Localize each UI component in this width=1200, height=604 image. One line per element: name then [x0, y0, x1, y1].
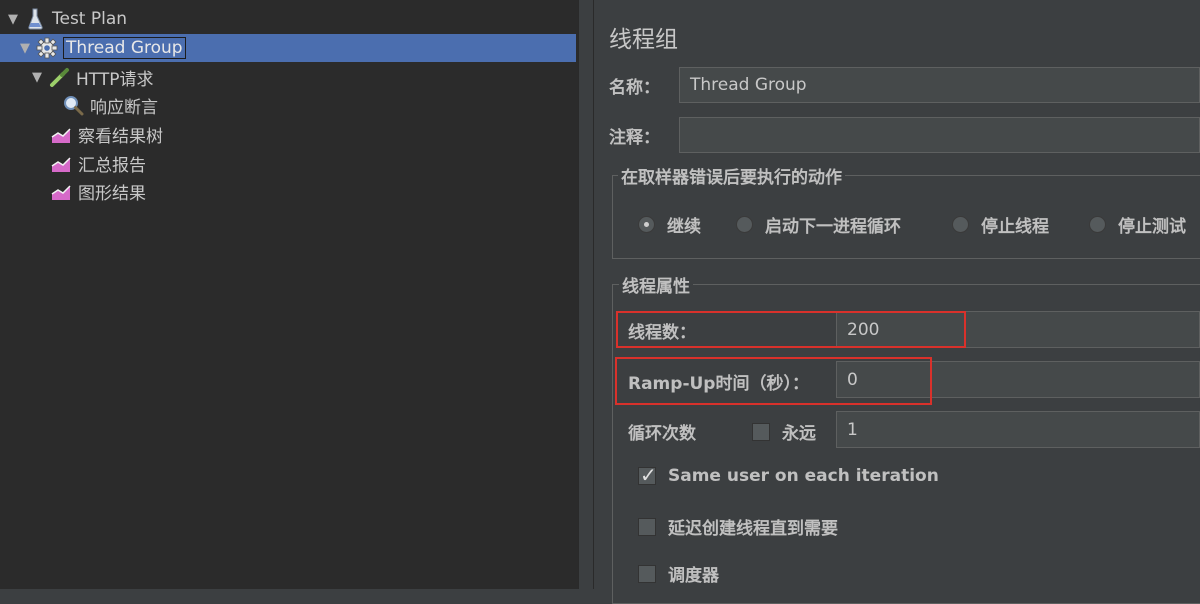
thread-properties-title: 线程属性	[619, 272, 693, 297]
highlight-box	[615, 357, 932, 405]
comment-label: 注释：	[609, 128, 660, 148]
test-plan-tree: ▼ Test Plan ▼ Thread Group ▼ HTTP请求 响应断言…	[0, 0, 578, 589]
forever-checkbox[interactable]: 永远	[752, 419, 816, 444]
name-field[interactable]: Thread Group	[679, 67, 1200, 103]
split-pane-divider[interactable]	[578, 0, 594, 589]
checkbox-label: 永远	[782, 424, 816, 444]
checkbox-unchecked-icon	[638, 517, 656, 536]
magnifier-icon	[62, 94, 84, 116]
loop-count-label: 循环次数	[628, 424, 696, 444]
radio-label: 停止线程	[981, 217, 1049, 237]
radio-label: 停止测试	[1118, 217, 1186, 237]
same-user-checkbox[interactable]: Same user on each iteration	[638, 463, 939, 487]
radio-selected-icon	[638, 216, 655, 233]
graph-icon	[50, 152, 72, 174]
tree-item-label: 响应断言	[90, 97, 158, 118]
scheduler-checkbox[interactable]: 调度器	[638, 561, 719, 586]
error-action-title: 在取样器错误后要执行的动作	[618, 163, 845, 188]
collapse-arrow-icon[interactable]: ▼	[6, 12, 20, 27]
gear-icon	[36, 37, 58, 59]
radio-stop-test[interactable]: 停止测试	[1089, 212, 1186, 237]
tree-item-label: Thread Group	[63, 37, 186, 59]
tree-item-thread-group[interactable]: ▼ Thread Group	[0, 34, 576, 62]
pipette-icon	[48, 66, 70, 88]
radio-unselected-icon	[1089, 216, 1106, 233]
tree-item-http-request[interactable]: ▼ HTTP请求	[0, 63, 576, 91]
tree-item-label: 图形结果	[78, 183, 146, 204]
tree-item-label: HTTP请求	[76, 69, 154, 90]
flask-icon	[24, 8, 46, 30]
collapse-arrow-icon[interactable]: ▼	[18, 41, 32, 56]
graph-icon	[50, 123, 72, 145]
radio-label: 启动下一进程循环	[765, 217, 901, 237]
tree-item-view-results-tree[interactable]: 察看结果树	[0, 120, 576, 148]
radio-unselected-icon	[952, 216, 969, 233]
delay-thread-creation-checkbox[interactable]: 延迟创建线程直到需要	[638, 514, 838, 539]
name-label: 名称：	[609, 78, 660, 98]
tree-item-label: 察看结果树	[78, 126, 163, 147]
highlight-box	[616, 311, 966, 348]
thread-group-panel: 线程组 名称： Thread Group 注释： 在取样器错误后要执行的动作 继…	[594, 0, 1200, 604]
radio-label: 继续	[667, 217, 701, 237]
checkbox-unchecked-icon	[752, 422, 770, 441]
checkbox-unchecked-icon	[638, 564, 656, 583]
checkbox-label: Same user on each iteration	[668, 466, 939, 486]
collapse-arrow-icon[interactable]: ▼	[30, 70, 44, 85]
checkbox-checked-icon	[638, 463, 657, 487]
tree-item-label: 汇总报告	[78, 155, 146, 176]
tree-item-label: Test Plan	[52, 9, 128, 29]
loop-count-field[interactable]: 1	[836, 411, 1200, 448]
radio-start-next-loop[interactable]: 启动下一进程循环	[736, 212, 901, 237]
checkbox-label: 延迟创建线程直到需要	[668, 519, 838, 539]
comment-field[interactable]	[679, 117, 1200, 153]
radio-unselected-icon	[736, 216, 753, 233]
radio-continue[interactable]: 继续	[638, 212, 701, 237]
tree-item-summary-report[interactable]: 汇总报告	[0, 149, 576, 177]
tree-item-test-plan[interactable]: ▼ Test Plan	[0, 5, 576, 33]
tree-item-response-assertion[interactable]: 响应断言	[0, 91, 576, 119]
checkbox-label: 调度器	[668, 566, 719, 586]
page-title: 线程组	[609, 27, 678, 53]
radio-stop-thread[interactable]: 停止线程	[952, 212, 1049, 237]
tree-item-graph-results[interactable]: 图形结果	[0, 177, 576, 205]
graph-icon	[50, 180, 72, 202]
